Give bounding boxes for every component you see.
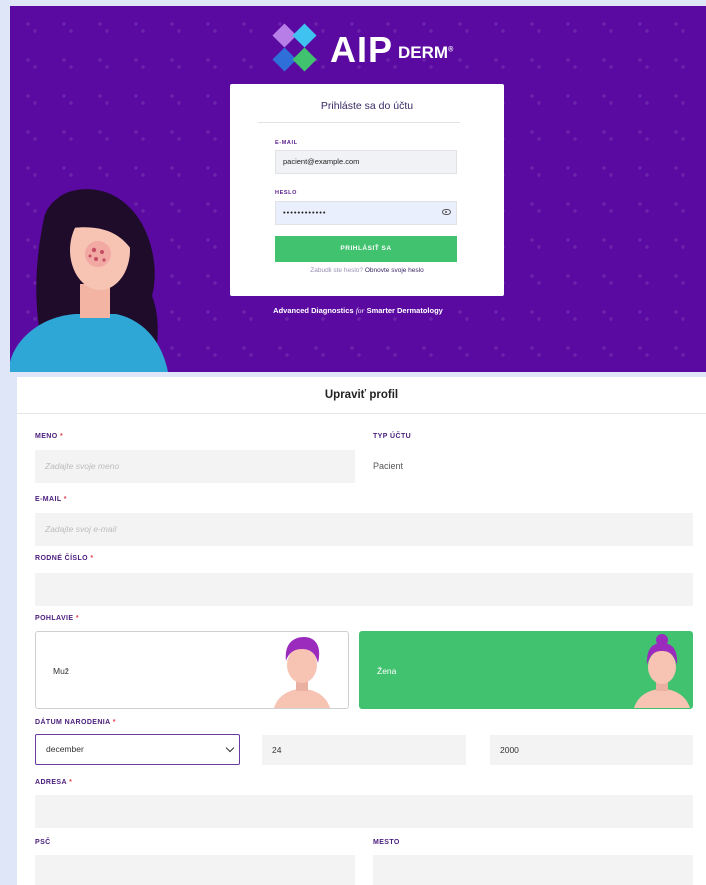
- gender-male-label: Muž: [53, 666, 70, 676]
- birth-month-value: december: [46, 744, 84, 754]
- patient-illustration: [10, 189, 168, 372]
- logo-text: AIP: [330, 29, 394, 70]
- login-submit-button[interactable]: PRIHLÁSIŤ SA: [275, 236, 457, 262]
- email-input[interactable]: Zadajte svoj e-mail: [35, 513, 693, 546]
- birth-day-input[interactable]: 24: [262, 735, 466, 765]
- postal-code-label: PSČ: [35, 839, 51, 846]
- password-label: HESLO: [275, 190, 297, 196]
- gender-female-label: Žena: [377, 666, 397, 676]
- login-email-field[interactable]: pacient@example.com: [275, 150, 457, 174]
- address-label: ADRESA *: [35, 779, 73, 786]
- forgot-question: Zabudli ste heslo?: [310, 267, 364, 274]
- postal-code-input[interactable]: [35, 855, 355, 885]
- account-type-label: TYP ÚČTU: [373, 433, 412, 440]
- login-card: Prihláste sa do účtu E-MAIL pacient@exam…: [230, 84, 504, 296]
- birth-date-label: DÁTUM NARODENIA *: [35, 719, 116, 726]
- reset-password-link[interactable]: Obnovte svoje heslo: [365, 267, 424, 274]
- forgot-password-text: Zabudli ste heslo? Obnovte svoje heslo: [230, 267, 504, 274]
- logo-subtext: DERM®: [398, 43, 454, 62]
- birth-number-input[interactable]: [35, 573, 693, 606]
- male-avatar-icon: [274, 637, 330, 708]
- gender-option-female[interactable]: Žena: [359, 631, 693, 709]
- eye-icon[interactable]: [442, 209, 451, 215]
- city-label: MESTO: [373, 839, 400, 846]
- female-avatar-icon: [634, 634, 690, 708]
- login-screen: AIP DERM® Prihláste sa do účtu E-MAIL pa…: [10, 6, 706, 372]
- password-value: ••••••••••••: [283, 208, 327, 217]
- card-divider: [258, 122, 460, 123]
- aip-derm-logo: AIP DERM®: [268, 23, 454, 76]
- email-label: E-MAIL: [275, 140, 298, 146]
- account-type-value: Pacient: [373, 461, 404, 471]
- name-label: MENO *: [35, 433, 64, 440]
- gender-label: POHLAVIE *: [35, 615, 79, 622]
- address-input[interactable]: [35, 795, 693, 828]
- login-password-field[interactable]: ••••••••••••: [275, 201, 457, 225]
- birth-year-input[interactable]: 2000: [490, 735, 693, 765]
- login-title: Prihláste sa do účtu: [320, 100, 414, 112]
- email-label: E-MAIL *: [35, 496, 67, 503]
- edit-profile-form: Upraviť profil MENO * Zadajte svoje meno…: [17, 377, 706, 885]
- profile-header-title: Upraviť profil: [17, 377, 706, 414]
- logo-diamonds-icon: [268, 23, 320, 74]
- gender-option-male[interactable]: Muž: [35, 631, 349, 709]
- birth-number-label: RODNÉ ČÍSLO *: [35, 555, 94, 562]
- chevron-down-icon: [225, 743, 235, 753]
- city-input[interactable]: [373, 855, 693, 885]
- birth-month-select[interactable]: december: [35, 734, 240, 765]
- name-input[interactable]: Zadajte svoje meno: [35, 450, 355, 483]
